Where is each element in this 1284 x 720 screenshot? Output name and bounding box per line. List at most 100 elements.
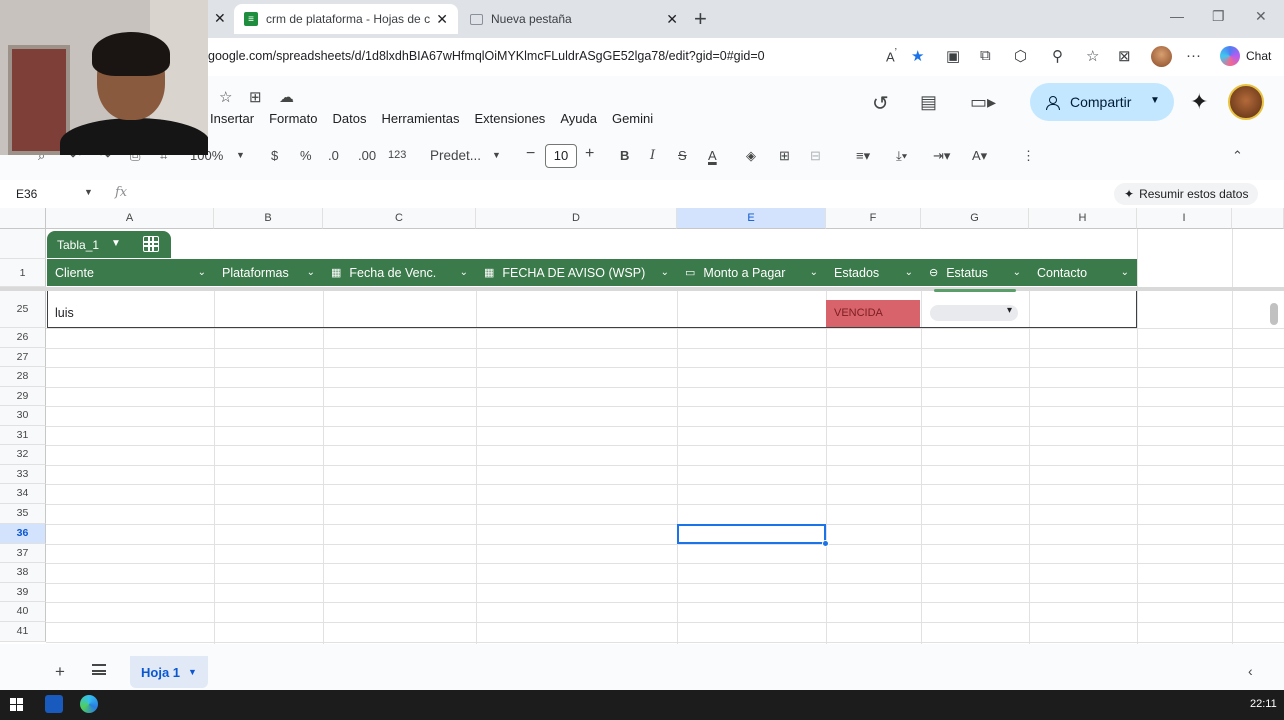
column-header[interactable]: F <box>826 208 921 229</box>
windows-start-icon[interactable] <box>10 698 24 712</box>
table-header-estados[interactable]: Estados ⌄ <box>826 259 921 286</box>
minimize-icon[interactable]: — <box>1170 8 1184 24</box>
column-header[interactable]: G <box>921 208 1029 229</box>
horizontal-align-icon[interactable]: ≡▾ <box>856 148 870 164</box>
decrease-font-size-icon[interactable]: − <box>526 145 535 163</box>
cell-cliente[interactable]: luis <box>55 306 74 320</box>
row-header[interactable]: 39 <box>0 583 46 602</box>
vertical-align-icon[interactable]: ⤓▾ <box>896 148 907 164</box>
all-sheets-icon[interactable] <box>92 664 106 675</box>
chevron-down-icon[interactable]: ⌄ <box>1013 267 1021 278</box>
menu-gemini[interactable]: Gemini <box>612 111 653 126</box>
star-icon[interactable]: ☆ <box>219 88 232 106</box>
text-rotation-icon[interactable]: A▾ <box>972 148 987 164</box>
version-history-icon[interactable]: ↺ <box>872 91 889 116</box>
sheet-tab-hoja-1[interactable]: Hoja 1 ▼ <box>130 656 208 688</box>
split-screen-icon[interactable]: ⚲ <box>1052 47 1063 65</box>
copilot-chat-button[interactable]: Chat <box>1220 46 1271 66</box>
table-header-fecha-aviso[interactable]: ▦ FECHA DE AVISO (WSP) ⌄ <box>476 259 677 286</box>
chevron-down-icon[interactable]: ⌄ <box>460 267 468 278</box>
comments-icon[interactable]: ▤ <box>920 92 937 113</box>
column-header-selected[interactable]: E <box>677 208 826 229</box>
percent-button[interactable]: % <box>300 148 312 163</box>
font-select[interactable]: Predet... <box>430 148 481 163</box>
column-header[interactable]: B <box>214 208 323 229</box>
summarize-data-button[interactable]: ✦ Resumir estos datos <box>1114 183 1259 205</box>
menu-insertar[interactable]: Insertar <box>210 111 254 126</box>
row-header[interactable]: 1 <box>0 259 46 287</box>
table-header-contacto[interactable]: Contacto ⌄ <box>1029 259 1137 286</box>
tab-sheets[interactable]: ≡ crm de plataforma - Hojas de cálc ✕ <box>234 4 458 34</box>
menu-formato[interactable]: Formato <box>269 111 317 126</box>
column-header-blank[interactable] <box>1232 208 1284 229</box>
favorite-star-icon[interactable]: ★ <box>911 47 924 65</box>
row-header[interactable]: 34 <box>0 484 46 504</box>
estatus-dropdown-chip[interactable] <box>930 305 1018 321</box>
word-app-icon[interactable] <box>45 695 63 713</box>
chevron-down-icon[interactable]: ⌄ <box>661 267 669 278</box>
gemini-spark-icon[interactable]: ✦ <box>1190 89 1208 115</box>
picture-in-picture-icon[interactable]: ▣ <box>946 47 960 65</box>
row-header[interactable]: 40 <box>0 602 46 622</box>
url-field[interactable]: google.com/spreadsheets/d/1d8lxdhBIA67wH… <box>208 49 765 63</box>
row-header[interactable]: 35 <box>0 504 46 524</box>
table-name-tab[interactable]: Tabla_1 ▼ <box>47 231 171 258</box>
chevron-down-icon[interactable]: ⌄ <box>307 267 315 278</box>
select-all-corner[interactable] <box>0 208 46 229</box>
chevron-down-icon[interactable]: ▼ <box>84 187 93 197</box>
collapse-menus-icon[interactable]: ⌃ <box>1232 148 1243 164</box>
column-header[interactable]: I <box>1137 208 1232 229</box>
table-view-icon[interactable] <box>143 236 159 252</box>
close-icon[interactable]: ✕ <box>666 11 678 28</box>
decrease-decimals-button[interactable]: .0 <box>328 148 339 163</box>
add-sheet-button[interactable]: + <box>55 662 65 682</box>
merge-cells-icon[interactable]: ⊟ <box>810 148 821 164</box>
more-tools-icon[interactable]: ⋮ <box>1022 148 1035 164</box>
row-header[interactable]: 27 <box>0 348 46 367</box>
row-header-blank[interactable] <box>0 229 46 259</box>
number-format-button[interactable]: 123 <box>388 149 406 161</box>
row-header[interactable]: 25 <box>0 291 46 328</box>
borders-icon[interactable]: ⊞ <box>779 148 790 164</box>
row-header[interactable]: 38 <box>0 563 46 583</box>
name-box[interactable]: E36 <box>16 187 37 201</box>
text-color-icon[interactable]: A <box>708 148 717 163</box>
edge-browser-icon[interactable] <box>80 695 98 713</box>
collections-icon[interactable]: ⊠ <box>1118 47 1131 65</box>
column-header[interactable]: A <box>46 208 214 229</box>
row-header[interactable]: 28 <box>0 367 46 387</box>
chevron-left-icon[interactable]: ‹ <box>1248 663 1253 679</box>
active-cell-selection[interactable] <box>677 524 826 544</box>
new-tab-button[interactable]: + <box>694 6 707 32</box>
tab-close-icon[interactable]: ✕ <box>214 10 226 27</box>
table-header-plataformas[interactable]: Plataformas ⌄ <box>214 259 323 286</box>
row-header-selected[interactable]: 36 <box>0 524 46 544</box>
text-wrapping-icon[interactable]: ⇥▾ <box>933 148 950 164</box>
table-header-fecha-venc[interactable]: ▦ Fecha de Venc. ⌄ <box>323 259 476 286</box>
row-header[interactable]: 41 <box>0 622 46 642</box>
chevron-down-icon[interactable]: ▼ <box>111 238 121 249</box>
tab-new-tab[interactable]: Nueva pestaña ✕ <box>460 4 688 34</box>
row-header[interactable]: 30 <box>0 406 46 426</box>
column-header[interactable]: D <box>476 208 677 229</box>
close-icon[interactable]: ✕ <box>436 11 448 28</box>
share-options-chevron-icon[interactable]: ▼ <box>1150 95 1160 106</box>
table-header-estatus[interactable]: ⊖ Estatus ⌄ <box>921 259 1029 286</box>
row-header[interactable]: 26 <box>0 328 46 348</box>
menu-extensiones[interactable]: Extensiones <box>474 111 545 126</box>
chevron-down-icon[interactable]: ⌄ <box>198 267 206 278</box>
column-header[interactable]: H <box>1029 208 1137 229</box>
row-header[interactable]: 29 <box>0 387 46 406</box>
meet-video-icon[interactable]: ▭▸ <box>970 92 996 113</box>
cast-icon[interactable]: ⧉ <box>980 47 991 64</box>
row-header[interactable]: 33 <box>0 465 46 484</box>
chevron-down-icon[interactable]: ⌄ <box>810 267 818 278</box>
account-avatar[interactable] <box>1228 84 1264 120</box>
extensions-icon[interactable]: ⬡ <box>1014 47 1027 65</box>
bold-icon[interactable]: B <box>620 148 629 163</box>
row-header[interactable]: 32 <box>0 445 46 465</box>
fill-handle[interactable] <box>822 540 829 547</box>
profile-avatar[interactable] <box>1151 46 1172 67</box>
chevron-down-icon[interactable]: ⌄ <box>905 267 913 278</box>
font-size-input[interactable]: 10 <box>545 144 577 168</box>
